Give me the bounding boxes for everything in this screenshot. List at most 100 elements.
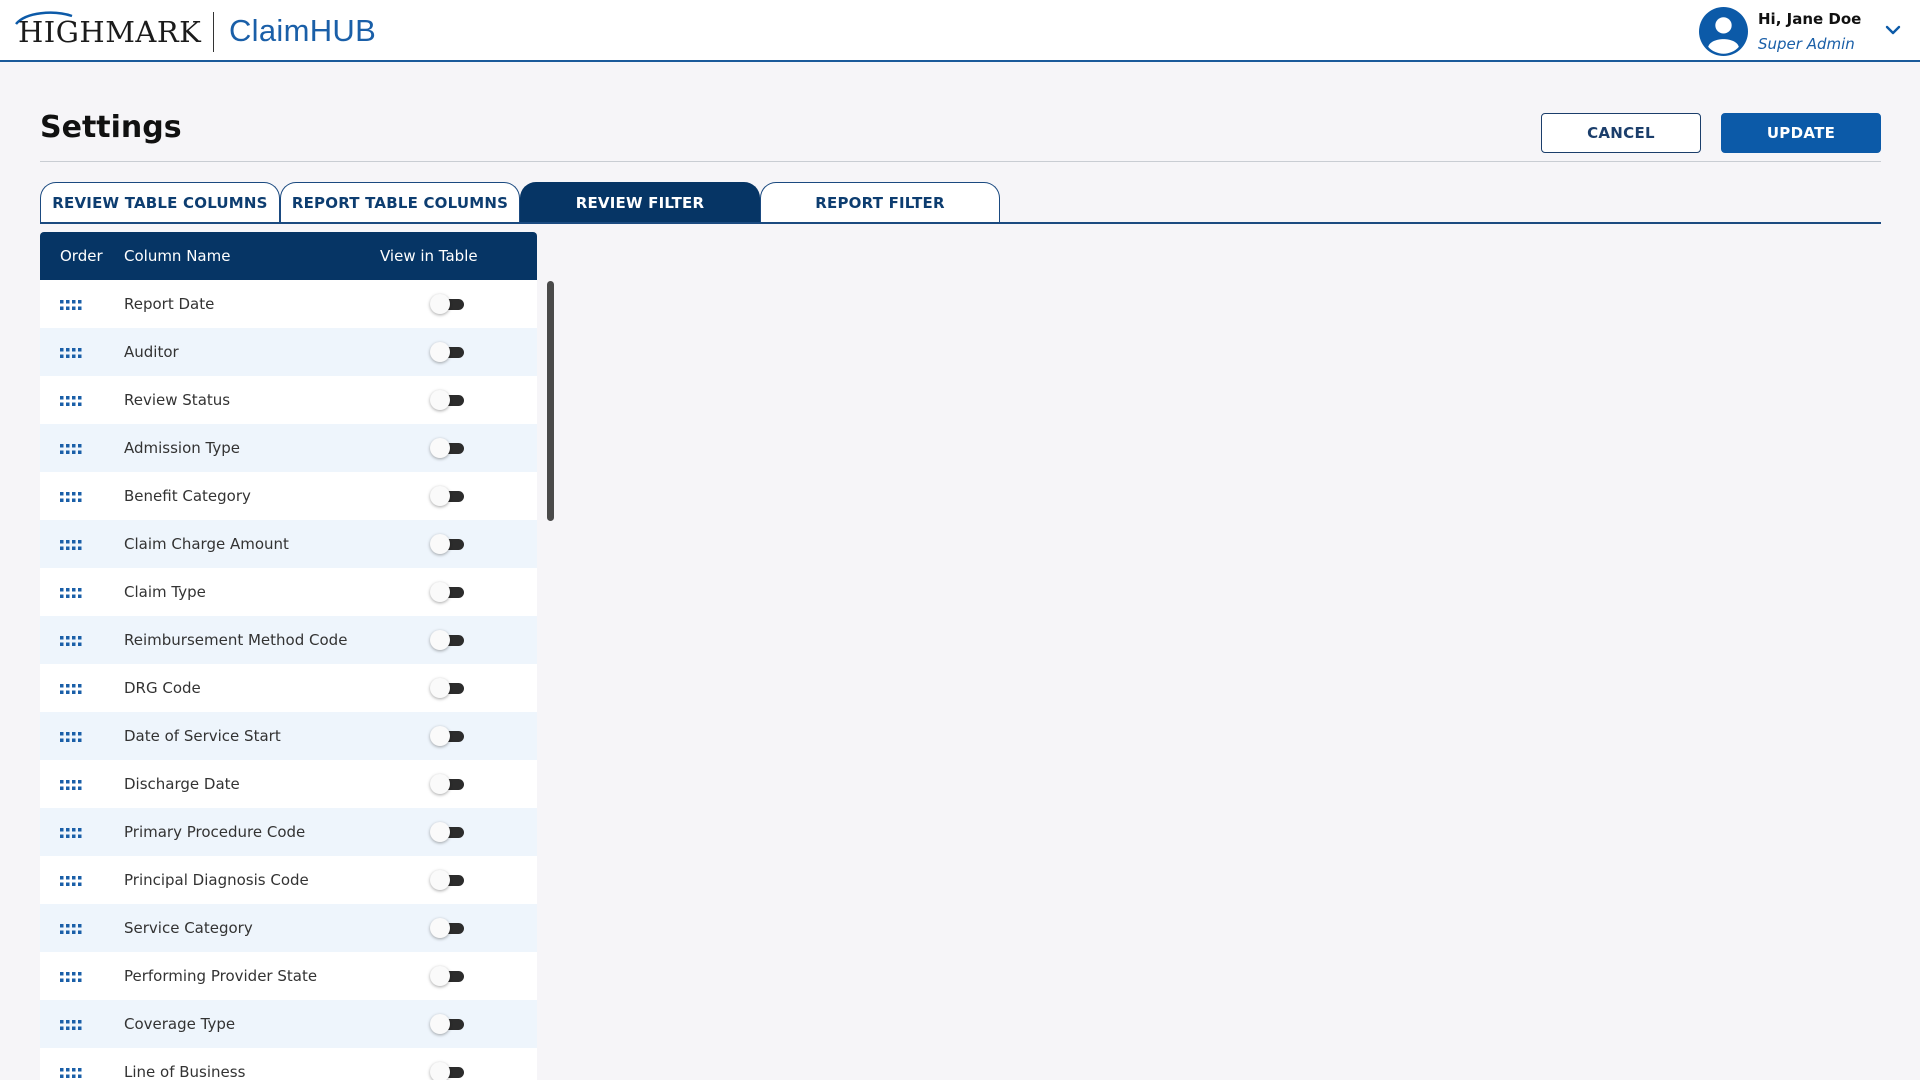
row-column-name: Service Category — [124, 919, 253, 937]
table-row: Coverage Type — [40, 1000, 537, 1048]
table-row: Date of Service Start — [40, 712, 537, 760]
tab-report-filter[interactable]: REPORT FILTER — [760, 182, 1000, 223]
app-name: ClaimHUB — [229, 13, 377, 48]
view-in-table-toggle[interactable] — [430, 1014, 466, 1034]
view-in-table-toggle[interactable] — [430, 966, 466, 986]
drag-handle-icon[interactable] — [60, 442, 82, 454]
view-in-table-toggle[interactable] — [430, 726, 466, 746]
table-row: Line of Business — [40, 1048, 537, 1080]
header-order: Order — [60, 247, 103, 265]
row-column-name: Claim Charge Amount — [124, 535, 289, 553]
toggle-knob — [430, 726, 450, 746]
drag-handle-icon[interactable] — [60, 1066, 82, 1078]
table-row: DRG Code — [40, 664, 537, 712]
chevron-down-icon[interactable] — [1884, 23, 1902, 37]
user-circle-icon[interactable] — [1699, 7, 1748, 56]
toggle-knob — [430, 342, 450, 362]
row-column-name: Coverage Type — [124, 1015, 236, 1033]
drag-handle-icon[interactable] — [60, 1018, 82, 1030]
row-column-name: Performing Provider State — [124, 967, 318, 985]
row-column-name: Review Status — [124, 391, 231, 409]
view-in-table-toggle[interactable] — [430, 486, 466, 506]
row-column-name: Date of Service Start — [124, 727, 281, 745]
view-in-table-toggle[interactable] — [430, 582, 466, 602]
drag-handle-icon[interactable] — [60, 682, 82, 694]
view-in-table-toggle[interactable] — [430, 1062, 466, 1080]
top-bar: HIGHMARK ClaimHUB Hi, Jane Doe Super Adm… — [0, 0, 1920, 62]
toggle-knob — [430, 582, 450, 602]
tab-report-table-columns[interactable]: REPORT TABLE COLUMNS — [280, 182, 520, 223]
view-in-table-toggle[interactable] — [430, 294, 466, 314]
highmark-logo[interactable]: HIGHMARK — [15, 11, 202, 50]
row-column-name: Principal Diagnosis Code — [124, 871, 309, 889]
drag-handle-icon[interactable] — [60, 778, 82, 790]
toggle-knob — [430, 870, 450, 890]
table-header: Order Column Name View in Table — [40, 232, 537, 280]
view-in-table-toggle[interactable] — [430, 630, 466, 650]
view-in-table-toggle[interactable] — [430, 342, 466, 362]
toggle-knob — [430, 438, 450, 458]
row-column-name: Report Date — [124, 295, 215, 313]
view-in-table-toggle[interactable] — [430, 822, 466, 842]
row-column-name: Discharge Date — [124, 775, 240, 793]
row-column-name: Claim Type — [124, 583, 206, 601]
drag-handle-icon[interactable] — [60, 538, 82, 550]
drag-handle-icon[interactable] — [60, 586, 82, 598]
toggle-knob — [430, 294, 450, 314]
drag-handle-icon[interactable] — [60, 826, 82, 838]
toggle-knob — [430, 966, 450, 986]
view-in-table-toggle[interactable] — [430, 774, 466, 794]
table-row: Benefit Category — [40, 472, 537, 520]
table-row: Discharge Date — [40, 760, 537, 808]
drag-handle-icon[interactable] — [60, 490, 82, 502]
drag-handle-icon[interactable] — [60, 922, 82, 934]
toggle-knob — [430, 1014, 450, 1034]
brand-name: HIGHMARK — [18, 15, 202, 49]
table-scrollbar[interactable] — [547, 281, 554, 521]
drag-handle-icon[interactable] — [60, 298, 82, 310]
row-column-name: Admission Type — [124, 439, 241, 457]
toggle-knob — [430, 390, 450, 410]
table-row: Principal Diagnosis Code — [40, 856, 537, 904]
drag-handle-icon[interactable] — [60, 730, 82, 742]
toggle-knob — [430, 630, 450, 650]
row-column-name: Reimbursement Method Code — [124, 631, 348, 649]
drag-handle-icon[interactable] — [60, 394, 82, 406]
table-body: Report Date Auditor Review Status Admission… — [40, 280, 537, 1080]
view-in-table-toggle[interactable] — [430, 438, 466, 458]
logo-divider — [213, 12, 214, 52]
header-view-in-table: View in Table — [380, 247, 478, 265]
row-column-name: Auditor — [124, 343, 179, 361]
table-row: Report Date — [40, 280, 537, 328]
page-title: Settings — [40, 110, 182, 145]
view-in-table-toggle[interactable] — [430, 534, 466, 554]
cancel-button[interactable]: CANCEL — [1541, 113, 1701, 153]
toggle-knob — [430, 822, 450, 842]
toggle-knob — [430, 486, 450, 506]
title-divider — [40, 161, 1881, 162]
table-row: Auditor — [40, 328, 537, 376]
view-in-table-toggle[interactable] — [430, 918, 466, 938]
table-row: Performing Provider State — [40, 952, 537, 1000]
toggle-knob — [430, 534, 450, 554]
drag-handle-icon[interactable] — [60, 346, 82, 358]
drag-handle-icon[interactable] — [60, 634, 82, 646]
view-in-table-toggle[interactable] — [430, 870, 466, 890]
tabs-divider — [40, 222, 1881, 224]
user-greeting: Hi, Jane Doe — [1758, 10, 1862, 28]
drag-handle-icon[interactable] — [60, 970, 82, 982]
view-in-table-toggle[interactable] — [430, 390, 466, 410]
row-column-name: Benefit Category — [124, 487, 251, 505]
drag-handle-icon[interactable] — [60, 874, 82, 886]
update-button[interactable]: UPDATE — [1721, 113, 1881, 153]
row-column-name: DRG Code — [124, 679, 201, 697]
table-row: Primary Procedure Code — [40, 808, 537, 856]
table-row: Reimbursement Method Code — [40, 616, 537, 664]
view-in-table-toggle[interactable] — [430, 678, 466, 698]
table-row: Claim Charge Amount — [40, 520, 537, 568]
header-column-name: Column Name — [124, 247, 231, 265]
tab-review-filter[interactable]: REVIEW FILTER — [520, 182, 760, 223]
tab-review-table-columns[interactable]: REVIEW TABLE COLUMNS — [40, 182, 280, 223]
table-row: Service Category — [40, 904, 537, 952]
toggle-knob — [430, 918, 450, 938]
